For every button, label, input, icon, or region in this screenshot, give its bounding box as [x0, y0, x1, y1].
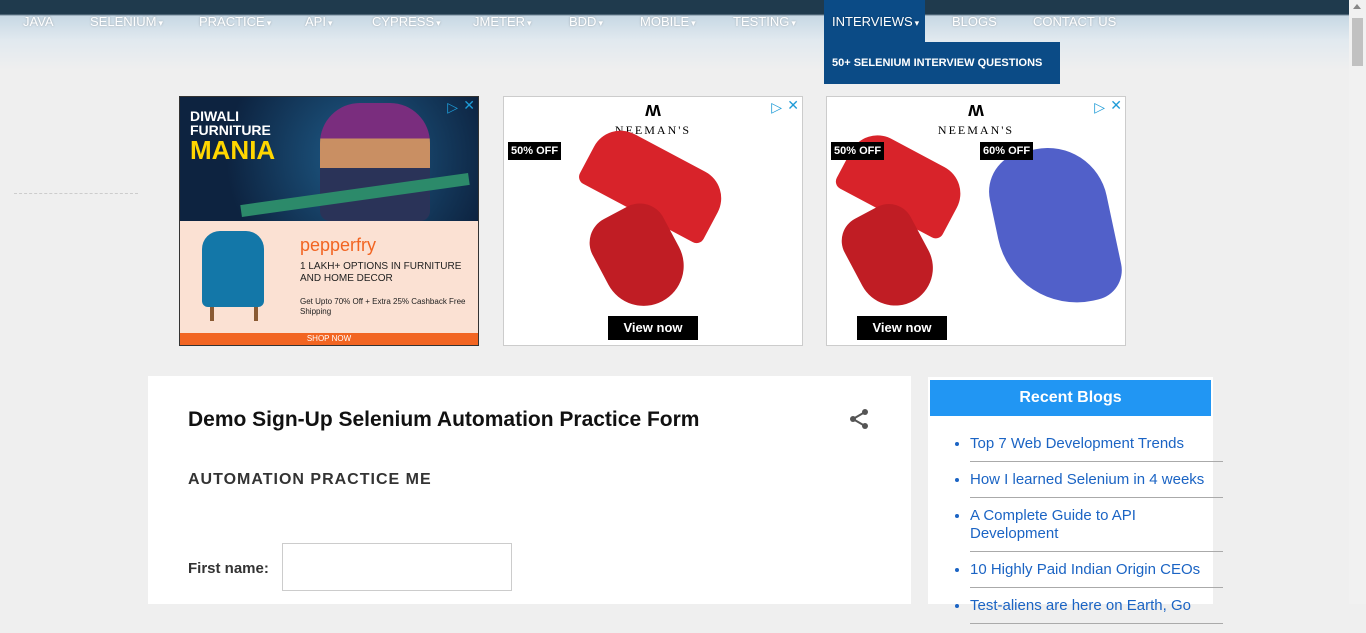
divider [14, 193, 138, 194]
nav-selenium-label: SELENIUM [90, 14, 157, 29]
ad-banner-top: DIWALI FURNITURE MANIA ▷ ✕ [180, 97, 478, 221]
caret-down-icon: ▾ [527, 18, 532, 28]
nav-cypress[interactable]: CYPRESS ▾ [372, 14, 441, 29]
sneaker-image [981, 136, 1125, 318]
chair-leg [210, 307, 214, 321]
ad-banner-bottom: pepperfry 1 LAKH+ OPTIONS IN FURNITURE A… [180, 221, 478, 333]
neemans-mark-icon: ʍ [645, 99, 661, 121]
interviews-dropdown-item[interactable]: 50+ SELENIUM INTERVIEW QUESTIONS [824, 42, 1060, 84]
share-icon[interactable] [848, 408, 870, 430]
section-heading: AUTOMATION PRACTICE ME [188, 471, 432, 488]
discount-badge: 50% OFF [831, 142, 885, 160]
nav-jmeter-label: JMETER [473, 14, 525, 29]
ad-offer: Get Upto 70% Off + Extra 25% Cashback Fr… [300, 297, 466, 316]
nav-bdd-label: BDD [569, 14, 597, 29]
nav-api-label: API [305, 14, 326, 29]
discount-badge: 50% OFF [508, 142, 562, 160]
adchoices-icon[interactable]: ▷ [1094, 99, 1105, 116]
nav-practice-label: PRACTICE [199, 14, 265, 29]
nav-jmeter[interactable]: JMETER ▾ [473, 14, 532, 29]
nav-blogs-label: BLOGS [952, 14, 997, 29]
nav-interviews[interactable]: INTERVIEWS ▾ [832, 14, 919, 29]
neemans-brand: NEEMAN'S [937, 123, 1015, 137]
list-item: Top 7 Web Development Trends [970, 435, 1223, 462]
ad-headline: DIWALI FURNITURE MANIA [190, 109, 275, 163]
shop-now-button[interactable]: SHOP NOW [180, 333, 478, 345]
list-item: A Complete Guide to API Development [970, 507, 1223, 552]
nav-selenium[interactable]: SELENIUM ▾ [90, 14, 163, 29]
adchoices-icon[interactable]: ▷ [771, 99, 782, 116]
recent-blogs-widget: Recent Blogs Top 7 Web Development Trend… [928, 377, 1223, 624]
discount-badge: 60% OFF [980, 142, 1034, 160]
armchair-image [202, 231, 264, 307]
adchoices-icon[interactable]: ▷ [447, 99, 458, 116]
ad-description: 1 LAKH+ OPTIONS IN FURNITURE AND HOME DE… [300, 261, 462, 284]
post-content: Demo Sign-Up Selenium Automation Practic… [148, 376, 911, 604]
close-ad-icon[interactable]: ✕ [787, 97, 799, 114]
neemans-logo: ʍ NEEMAN'S [504, 97, 802, 139]
post-title: Demo Sign-Up Selenium Automation Practic… [188, 408, 700, 431]
close-ad-icon[interactable]: ✕ [1110, 97, 1122, 114]
nav-bdd[interactable]: BDD ▾ [569, 14, 603, 29]
list-item: 10 Highly Paid Indian Origin CEOs [970, 561, 1223, 588]
view-now-button[interactable]: View now [857, 316, 947, 340]
close-ad-icon[interactable]: ✕ [463, 97, 475, 114]
nav-contact-us-label: CONTACT US [1033, 14, 1117, 29]
nav-api[interactable]: API ▾ [305, 14, 333, 29]
caret-down-icon: ▾ [158, 18, 163, 28]
chair-leg [254, 307, 258, 321]
neemans-ad-2[interactable]: ʍ NEEMAN'S ▷ ✕ 50% OFF 60% OFF View now [826, 96, 1126, 346]
pepperfry-ad[interactable]: DIWALI FURNITURE MANIA ▷ ✕ pepperfry 1 L… [179, 96, 479, 346]
nav-blogs[interactable]: BLOGS [952, 14, 997, 29]
top-navigation-bar: JAVA SELENIUM ▾ PRACTICE ▾ API ▾ CYPRESS ▾ J… [0, 0, 1349, 70]
ad-headline-line3: MANIA [190, 135, 276, 165]
caret-down-icon: ▾ [691, 18, 696, 28]
ad-headline-line1: DIWALI [190, 108, 239, 124]
nav-java-label: JAVA [23, 14, 54, 29]
nav-practice[interactable]: PRACTICE ▾ [199, 14, 271, 29]
nav-interviews-label: INTERVIEWS [832, 14, 913, 29]
nav-testing-label: TESTING [733, 14, 790, 29]
recent-blogs-heading: Recent Blogs [930, 380, 1211, 416]
list-item: How I learned Selenium in 4 weeks [970, 471, 1223, 498]
list-item: Test-aliens are here on Earth, Go [970, 597, 1223, 624]
nav-mobile[interactable]: MOBILE ▾ [640, 14, 696, 29]
nav-testing[interactable]: TESTING ▾ [733, 14, 796, 29]
nav-cypress-label: CYPRESS [372, 14, 435, 29]
scroll-thumb[interactable] [1352, 18, 1363, 66]
caret-down-icon: ▾ [266, 18, 272, 28]
caret-down-icon: ▾ [791, 18, 796, 28]
view-now-button[interactable]: View now [608, 316, 698, 340]
blog-link[interactable]: 10 Highly Paid Indian Origin CEOs [970, 561, 1200, 578]
blog-link[interactable]: Test-aliens are here on Earth, Go [970, 597, 1191, 614]
neemans-ad-1[interactable]: ʍ NEEMAN'S ▷ ✕ 50% OFF View now [503, 96, 803, 346]
page-scrollbar[interactable] [1349, 0, 1366, 604]
caret-down-icon: ▾ [327, 18, 333, 28]
neemans-logo: ʍ NEEMAN'S [827, 97, 1125, 139]
recent-blogs-list: Top 7 Web Development Trends How I learn… [950, 435, 1223, 633]
caret-down-icon: ▾ [914, 18, 920, 28]
nav-contact-us[interactable]: CONTACT US [1033, 14, 1116, 29]
pepperfry-logo: pepperfry [300, 235, 377, 255]
nav-mobile-label: MOBILE [640, 14, 690, 29]
first-name-label: First name: [188, 560, 269, 577]
first-name-input[interactable] [282, 543, 512, 591]
scroll-up-icon[interactable] [1353, 4, 1361, 9]
blog-link[interactable]: Top 7 Web Development Trends [970, 435, 1184, 452]
blog-link[interactable]: How I learned Selenium in 4 weeks [970, 471, 1204, 488]
neemans-mark-icon: ʍ [968, 99, 984, 121]
caret-down-icon: ▾ [598, 18, 603, 28]
nav-java[interactable]: JAVA [23, 14, 54, 29]
blog-link[interactable]: A Complete Guide to API Development [970, 507, 1136, 542]
caret-down-icon: ▾ [436, 18, 441, 28]
